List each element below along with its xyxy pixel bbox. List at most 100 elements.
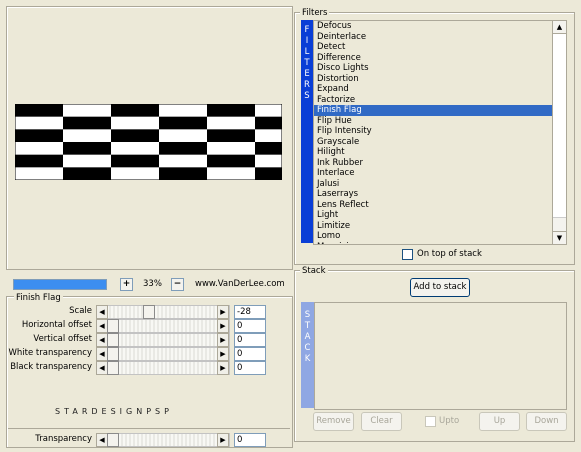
- on-top-checkbox[interactable]: [402, 249, 413, 260]
- flag-cell: [15, 129, 63, 142]
- flag-cell: [15, 154, 63, 168]
- filter-item[interactable]: Laserrays: [314, 189, 553, 200]
- zoom-in-button[interactable]: +: [120, 278, 133, 291]
- param-row: Vertical offset ◀ ▶ 0: [0, 333, 266, 347]
- transparency-value[interactable]: 0: [234, 433, 266, 447]
- remove-button[interactable]: Remove: [313, 412, 354, 431]
- param-right-arrow[interactable]: ▶: [217, 333, 229, 347]
- scroll-thumb[interactable]: [553, 34, 566, 218]
- param-row: Horizontal offset ◀ ▶ 0: [0, 319, 266, 333]
- filters-title: Filters: [300, 8, 330, 18]
- filter-item[interactable]: Mosaician: [314, 242, 553, 245]
- filter-item[interactable]: Ink Rubber: [314, 158, 553, 169]
- filters-list[interactable]: Defocus Deinterlace Detect Difference Disco …: [313, 20, 554, 245]
- param-thumb[interactable]: [143, 305, 155, 319]
- param-label: Vertical offset: [33, 334, 92, 344]
- stack-side-label: STACK: [304, 310, 311, 364]
- flag-cell: [255, 142, 282, 155]
- flag-cell: [207, 154, 255, 168]
- param-right-arrow[interactable]: ▶: [217, 305, 229, 319]
- flag-cell: [159, 142, 207, 155]
- param-label: White transparency: [8, 348, 92, 358]
- flag-cell: [255, 167, 282, 180]
- zoom-level: 33%: [143, 279, 162, 289]
- preview-image: [15, 104, 282, 180]
- filter-item[interactable]: Hilight: [314, 147, 553, 158]
- filter-item[interactable]: Distortion: [314, 74, 553, 85]
- flag-cell: [159, 167, 207, 180]
- param-track[interactable]: [96, 305, 230, 319]
- filter-item[interactable]: Finish Flag: [314, 105, 553, 116]
- param-thumb[interactable]: [107, 347, 119, 361]
- watermark-text: STARDESIGNPSP: [55, 407, 173, 416]
- transparency-thumb[interactable]: [107, 433, 119, 447]
- progress-fill: [14, 280, 106, 289]
- filters-scrollbar[interactable]: ▲ ▼: [552, 20, 567, 245]
- stack-sidebar: STACK: [301, 302, 314, 408]
- filter-item[interactable]: Light: [314, 210, 553, 221]
- filters-sidebar: FILTERS: [301, 20, 313, 243]
- on-top-label: On top of stack: [417, 249, 482, 259]
- filter-item[interactable]: Lomo: [314, 231, 553, 242]
- param-value[interactable]: 0: [234, 319, 266, 333]
- param-value[interactable]: -28: [234, 305, 266, 319]
- progress-bar: [13, 279, 107, 290]
- param-label: Horizontal offset: [21, 320, 92, 330]
- filter-item[interactable]: Limitize: [314, 221, 553, 232]
- param-right-arrow[interactable]: ▶: [217, 319, 229, 333]
- flag-cell: [111, 129, 159, 142]
- param-left-arrow[interactable]: ◀: [96, 305, 108, 319]
- scroll-down-arrow[interactable]: ▼: [553, 231, 566, 244]
- upto-label: Upto: [439, 416, 460, 426]
- filter-item[interactable]: Defocus: [314, 21, 553, 32]
- filter-item[interactable]: Disco Lights: [314, 63, 553, 74]
- filter-item[interactable]: Flip Intensity: [314, 126, 553, 137]
- filter-item[interactable]: Deinterlace: [314, 32, 553, 43]
- param-thumb[interactable]: [107, 361, 119, 375]
- upto-checkbox[interactable]: [425, 416, 436, 427]
- transparency-row: Transparency ◀ ▶ 0: [0, 433, 266, 447]
- filter-item[interactable]: Expand: [314, 84, 553, 95]
- filters-side-label: FILTERS: [304, 25, 310, 101]
- flag-cell: [63, 142, 111, 155]
- flag-cell: [111, 104, 159, 117]
- up-button[interactable]: Up: [479, 412, 520, 431]
- flag-cell: [111, 154, 159, 168]
- flag-cell: [207, 104, 255, 117]
- add-to-stack-button[interactable]: Add to stack: [410, 278, 470, 297]
- param-right-arrow[interactable]: ▶: [217, 361, 229, 375]
- param-row: Scale ◀ ▶ -28: [0, 305, 266, 319]
- filter-item[interactable]: Flip Hue: [314, 116, 553, 127]
- param-row: White transparency ◀ ▶ 0: [0, 347, 266, 361]
- transparency-right-arrow[interactable]: ▶: [217, 433, 229, 447]
- separator: [8, 428, 290, 429]
- zoom-out-button[interactable]: −: [171, 278, 184, 291]
- param-thumb[interactable]: [107, 333, 119, 347]
- stack-title: Stack: [300, 266, 328, 276]
- param-value[interactable]: 0: [234, 333, 266, 347]
- clear-button[interactable]: Clear: [361, 412, 402, 431]
- website-link[interactable]: www.VanDerLee.com: [195, 279, 285, 289]
- filter-item[interactable]: Difference: [314, 53, 553, 64]
- transparency-label: Transparency: [35, 434, 92, 444]
- stack-list[interactable]: [314, 302, 567, 410]
- filter-item[interactable]: Grayscale: [314, 137, 553, 148]
- filter-item[interactable]: Detect: [314, 42, 553, 53]
- filter-item[interactable]: Interlace: [314, 168, 553, 179]
- param-label: Scale: [69, 306, 92, 316]
- param-value[interactable]: 0: [234, 361, 266, 375]
- filter-item[interactable]: Jalusi: [314, 179, 553, 190]
- flag-cell: [63, 167, 111, 180]
- param-value[interactable]: 0: [234, 347, 266, 361]
- param-label: Black transparency: [10, 362, 92, 372]
- scroll-up-arrow[interactable]: ▲: [553, 21, 566, 34]
- param-right-arrow[interactable]: ▶: [217, 347, 229, 361]
- filter-item[interactable]: Lens Reflect: [314, 200, 553, 211]
- param-thumb[interactable]: [107, 319, 119, 333]
- filter-item[interactable]: Factorize: [314, 95, 553, 106]
- param-row: Black transparency ◀ ▶ 0: [0, 361, 266, 375]
- flag-cell: [207, 129, 255, 142]
- flag-cell: [255, 116, 282, 130]
- down-button[interactable]: Down: [526, 412, 567, 431]
- flag-cell: [159, 116, 207, 130]
